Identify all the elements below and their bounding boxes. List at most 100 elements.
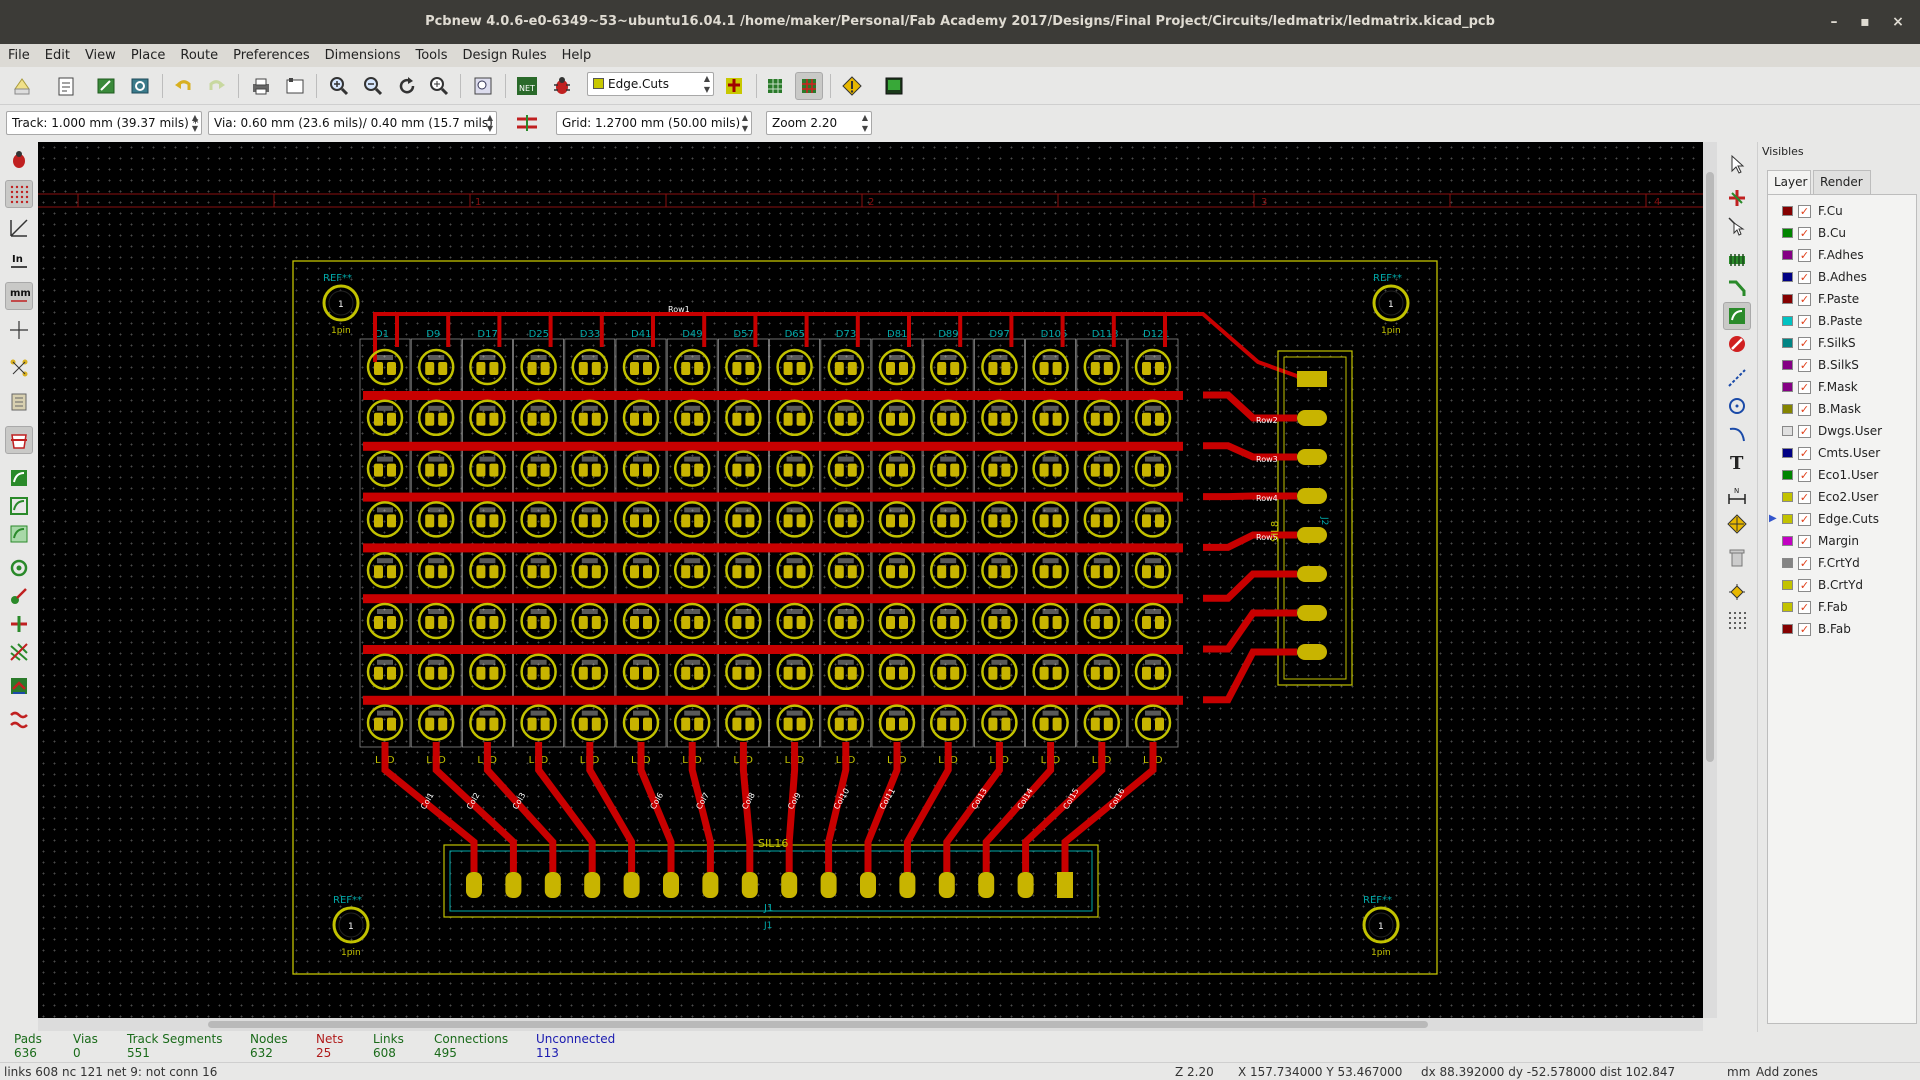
units-inch-icon[interactable]: In — [5, 248, 33, 276]
layer-row-b-crtyd[interactable]: ✓ B.CrtYd — [1768, 575, 1916, 595]
grid-select[interactable]: Grid: 1.2700 mm (50.00 mils) ▲ ▼ — [556, 111, 752, 135]
tab-render[interactable]: Render — [1813, 170, 1871, 194]
find-icon[interactable] — [469, 72, 497, 100]
library-browser-icon[interactable] — [126, 72, 154, 100]
units-mm-icon[interactable]: mm — [5, 282, 33, 310]
minimize-button[interactable]: – — [1824, 12, 1844, 32]
tab-layer[interactable]: Layer — [1767, 170, 1811, 194]
layer-row-f-mask[interactable]: ✓ F.Mask — [1768, 377, 1916, 397]
layer-visibility-checkbox[interactable]: ✓ — [1798, 469, 1811, 482]
add-target-icon[interactable] — [1723, 510, 1751, 538]
add-arc-icon[interactable] — [1723, 420, 1751, 448]
layer-row-eco1-user[interactable]: ✓ Eco1.User — [1768, 465, 1916, 485]
layer-color-swatch[interactable] — [1782, 404, 1793, 414]
track-width-select[interactable]: Track: 1.000 mm (39.37 mils) * ▲ ▼ — [6, 111, 202, 135]
add-text-icon[interactable]: T — [1723, 448, 1751, 476]
print-icon[interactable] — [247, 72, 275, 100]
cursor-shape-icon[interactable] — [5, 316, 33, 344]
scripting-console-icon[interactable] — [880, 72, 908, 100]
layer-visibility-checkbox[interactable]: ✓ — [1798, 557, 1811, 570]
new-board-icon[interactable] — [8, 72, 36, 100]
layer-color-swatch[interactable] — [1782, 602, 1793, 612]
redo-icon[interactable] — [203, 72, 231, 100]
add-track-icon[interactable] — [1723, 274, 1751, 302]
pad-sketch-icon[interactable] — [5, 554, 33, 582]
page-settings-icon[interactable] — [52, 72, 80, 100]
layer-visibility-checkbox[interactable]: ✓ — [1798, 249, 1811, 262]
undo-icon[interactable] — [169, 72, 197, 100]
layer-row-eco2-user[interactable]: ✓ Eco2.User — [1768, 487, 1916, 507]
layer-row-b-paste[interactable]: ✓ B.Paste — [1768, 311, 1916, 331]
netlist-icon[interactable]: NET — [513, 72, 541, 100]
grid-origin-icon[interactable] — [1723, 578, 1751, 606]
layer-color-swatch[interactable] — [1782, 426, 1793, 436]
layer-color-swatch[interactable] — [1782, 382, 1793, 392]
layer-row-b-mask[interactable]: ✓ B.Mask — [1768, 399, 1916, 419]
zoom-in-icon[interactable] — [325, 72, 353, 100]
layer-color-swatch[interactable] — [1782, 250, 1793, 260]
local-ratsnest-icon[interactable] — [1723, 212, 1751, 240]
set-grid-icon[interactable] — [1723, 606, 1751, 634]
menu-help[interactable]: Help — [554, 44, 599, 63]
zoom-fit-icon[interactable] — [425, 72, 453, 100]
zone-fill-icon[interactable] — [5, 520, 33, 548]
layer-row-f-crtyd[interactable]: ✓ F.CrtYd — [1768, 553, 1916, 573]
layer-visibility-checkbox[interactable]: ✓ — [1798, 205, 1811, 218]
layer-visibility-checkbox[interactable]: ✓ — [1798, 623, 1811, 636]
layer-color-swatch[interactable] — [1782, 514, 1793, 524]
microwave-toolbar-icon[interactable] — [5, 706, 33, 734]
layer-row-f-silks[interactable]: ✓ F.SilkS — [1768, 333, 1916, 353]
layer-row-f-cu[interactable]: ✓ F.Cu — [1768, 201, 1916, 221]
layer-row-b-silks[interactable]: ✓ B.SilkS — [1768, 355, 1916, 375]
redraw-icon[interactable] — [393, 72, 421, 100]
menu-preferences[interactable]: Preferences — [225, 44, 316, 63]
layer-row-b-adhes[interactable]: ✓ B.Adhes — [1768, 267, 1916, 287]
layer-row-cmts-user[interactable]: ✓ Cmts.User — [1768, 443, 1916, 463]
high-contrast-icon[interactable] — [5, 638, 33, 666]
via-size-select[interactable]: Via: 0.60 mm (23.6 mils)/ 0.40 mm (15.7 … — [208, 111, 497, 135]
zoom-out-icon[interactable] — [359, 72, 387, 100]
layer-color-swatch[interactable] — [1782, 624, 1793, 634]
layer-color-swatch[interactable] — [1782, 492, 1793, 502]
layer-color-swatch[interactable] — [1782, 206, 1793, 216]
zone-outline-icon[interactable] — [5, 492, 33, 520]
menu-edit[interactable]: Edit — [37, 44, 77, 63]
show-zones-icon[interactable] — [5, 464, 33, 492]
auto-delete-track-icon[interactable] — [5, 426, 33, 454]
via-sketch-icon[interactable] — [5, 582, 33, 610]
layer-visibility-checkbox[interactable]: ✓ — [1798, 381, 1811, 394]
maximize-button[interactable]: ▪ — [1855, 12, 1875, 32]
layer-visibility-checkbox[interactable]: ✓ — [1798, 447, 1811, 460]
layers-manager-icon[interactable] — [5, 672, 33, 700]
track-sketch-icon[interactable] — [5, 610, 33, 638]
layer-color-swatch[interactable] — [1782, 580, 1793, 590]
add-line-icon[interactable] — [1723, 364, 1751, 392]
layer-row-dwgs-user[interactable]: ✓ Dwgs.User — [1768, 421, 1916, 441]
layer-select[interactable]: Edge.Cuts ▲ ▼ — [587, 72, 714, 96]
layer-visibility-checkbox[interactable]: ✓ — [1798, 359, 1811, 372]
add-dimension-icon[interactable]: N — [1723, 482, 1751, 510]
menu-route[interactable]: Route — [172, 44, 225, 63]
layer-visibility-checkbox[interactable]: ✓ — [1798, 491, 1811, 504]
layer-color-swatch[interactable] — [1782, 294, 1793, 304]
menu-dimensions[interactable]: Dimensions — [317, 44, 408, 63]
highlight-net-icon[interactable] — [1723, 184, 1751, 212]
menu-tools[interactable]: Tools — [407, 44, 454, 63]
vertical-scrollbar[interactable] — [1703, 142, 1717, 1018]
add-zone-icon[interactable] — [1723, 302, 1751, 330]
layer-row-edge-cuts[interactable]: ▶ ✓ Edge.Cuts — [1768, 509, 1916, 529]
layer-row-f-adhes[interactable]: ✓ F.Adhes — [1768, 245, 1916, 265]
mode-track-icon[interactable] — [795, 72, 823, 100]
layer-pair-icon[interactable] — [720, 72, 748, 100]
horizontal-scroll-thumb[interactable] — [208, 1021, 1428, 1028]
layer-visibility-checkbox[interactable]: ✓ — [1798, 535, 1811, 548]
layer-visibility-checkbox[interactable]: ✓ — [1798, 579, 1811, 592]
layer-color-swatch[interactable] — [1782, 228, 1793, 238]
menu-file[interactable]: File — [0, 44, 37, 63]
menu-view[interactable]: View — [77, 44, 123, 63]
delete-icon[interactable] — [1723, 544, 1751, 572]
layer-color-swatch[interactable] — [1782, 272, 1793, 282]
layer-visibility-checkbox[interactable]: ✓ — [1798, 403, 1811, 416]
layer-row-b-cu[interactable]: ✓ B.Cu — [1768, 223, 1916, 243]
layer-visibility-checkbox[interactable]: ✓ — [1798, 315, 1811, 328]
